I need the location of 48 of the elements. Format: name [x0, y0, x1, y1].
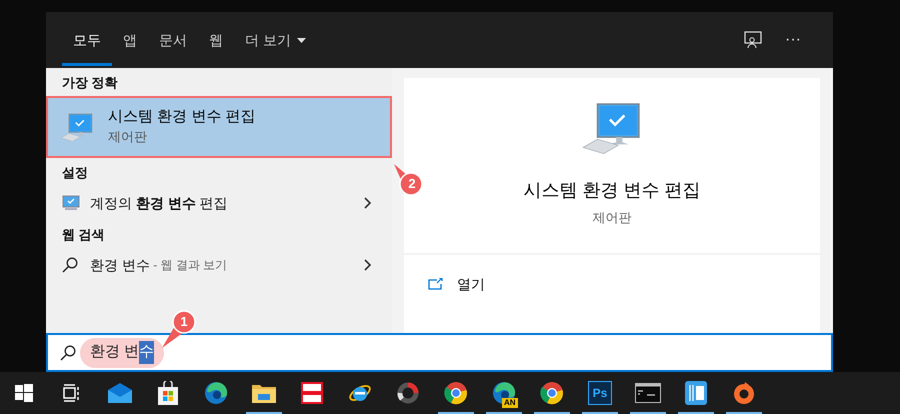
two-bars-icon: [301, 382, 323, 404]
chrome-browser-icon: [444, 381, 468, 405]
chevron-right-icon: [364, 197, 372, 209]
computer-icon: [60, 112, 94, 142]
search-field[interactable]: 환경 변수: [46, 333, 833, 372]
result-item[interactable]: 환경 변수 - 웹 결과 보기: [46, 248, 392, 282]
search-icon: [60, 344, 76, 360]
task-view-icon: [63, 384, 81, 402]
ring-icon: [396, 381, 420, 405]
taskbar-button[interactable]: AN: [480, 372, 528, 414]
result-title: 환경 변수: [90, 256, 150, 274]
filter-tab[interactable]: 모두: [62, 12, 112, 68]
result-item[interactable]: 계정의 환경 변수 편집: [46, 186, 392, 220]
filter-tab[interactable]: 더 보기: [234, 12, 317, 68]
filter-tab[interactable]: 문서: [148, 12, 198, 68]
monitor-icon: [62, 195, 80, 211]
shopping-bag-icon: [157, 381, 179, 405]
profile-badge: AN: [502, 398, 518, 408]
result-title: 시스템 환경 변수 편집: [108, 107, 256, 127]
feedback-icon: [744, 31, 762, 49]
chevron-right-icon: [364, 259, 372, 271]
section-header: 가장 정확: [61, 74, 119, 92]
filter-tab[interactable]: 웹: [198, 12, 234, 68]
result-item[interactable]: 시스템 환경 변수 편집 제어판: [46, 96, 392, 158]
more-button[interactable]: ···: [773, 12, 813, 68]
result-hint: - 웹 결과 보기: [152, 257, 228, 274]
preview-title: 시스템 환경 변수 편집: [523, 178, 700, 202]
folder-icon: [252, 383, 276, 403]
search-icon: [62, 257, 78, 273]
photoshop-logo: Ps: [588, 381, 612, 405]
result-title: 계정의 환경 변수 편집: [90, 194, 229, 212]
edge-browser-icon: [204, 381, 228, 405]
windows-logo-icon: [15, 384, 33, 402]
search-text: 수: [139, 341, 154, 364]
section-header: 설정: [61, 164, 89, 182]
origin-icon: [733, 381, 755, 405]
search-text: 환경 변: [90, 342, 140, 362]
section-header: 웹 검색: [61, 226, 106, 244]
terminal-icon: [635, 383, 661, 403]
envelope-icon: [108, 383, 132, 403]
taskbar-button[interactable]: Ps: [576, 372, 624, 414]
chrome-browser-icon: [540, 381, 564, 405]
open-icon: [428, 278, 443, 290]
filter-tab[interactable]: 앱: [112, 12, 148, 68]
preview-subtitle: 제어판: [592, 208, 632, 227]
result-subtitle: 제어판: [108, 128, 148, 146]
book-icon: [685, 381, 707, 405]
open-action[interactable]: 열기: [428, 271, 485, 297]
